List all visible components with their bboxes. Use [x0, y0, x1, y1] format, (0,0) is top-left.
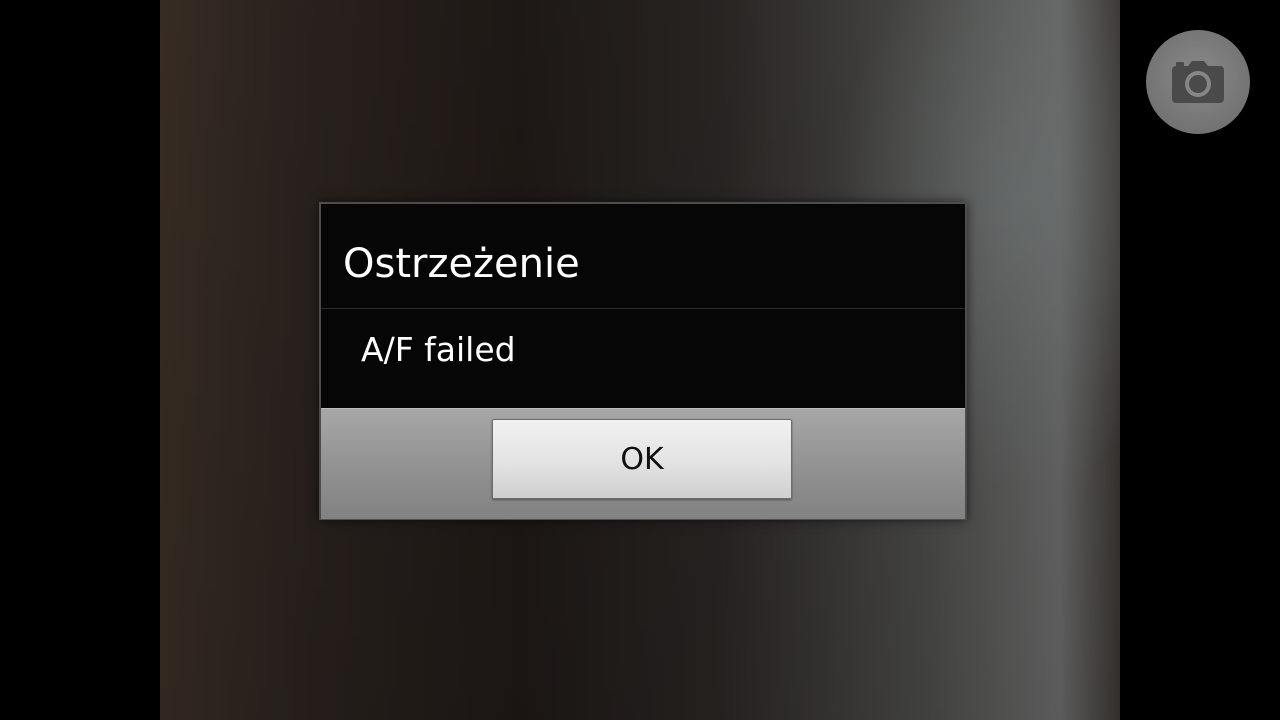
dialog-title: Ostrzeżenie	[343, 241, 580, 287]
camera-icon	[1171, 60, 1225, 104]
dialog-button-bar: OK	[321, 408, 965, 519]
camera-screen: Ostrzeżenie A/F failed OK	[0, 0, 1280, 720]
ok-button[interactable]: OK	[492, 419, 792, 499]
shutter-button[interactable]	[1146, 30, 1250, 134]
warning-dialog: Ostrzeżenie A/F failed OK	[319, 202, 967, 520]
dialog-message: A/F failed	[361, 330, 516, 369]
dialog-title-bar: Ostrzeżenie	[321, 204, 965, 309]
